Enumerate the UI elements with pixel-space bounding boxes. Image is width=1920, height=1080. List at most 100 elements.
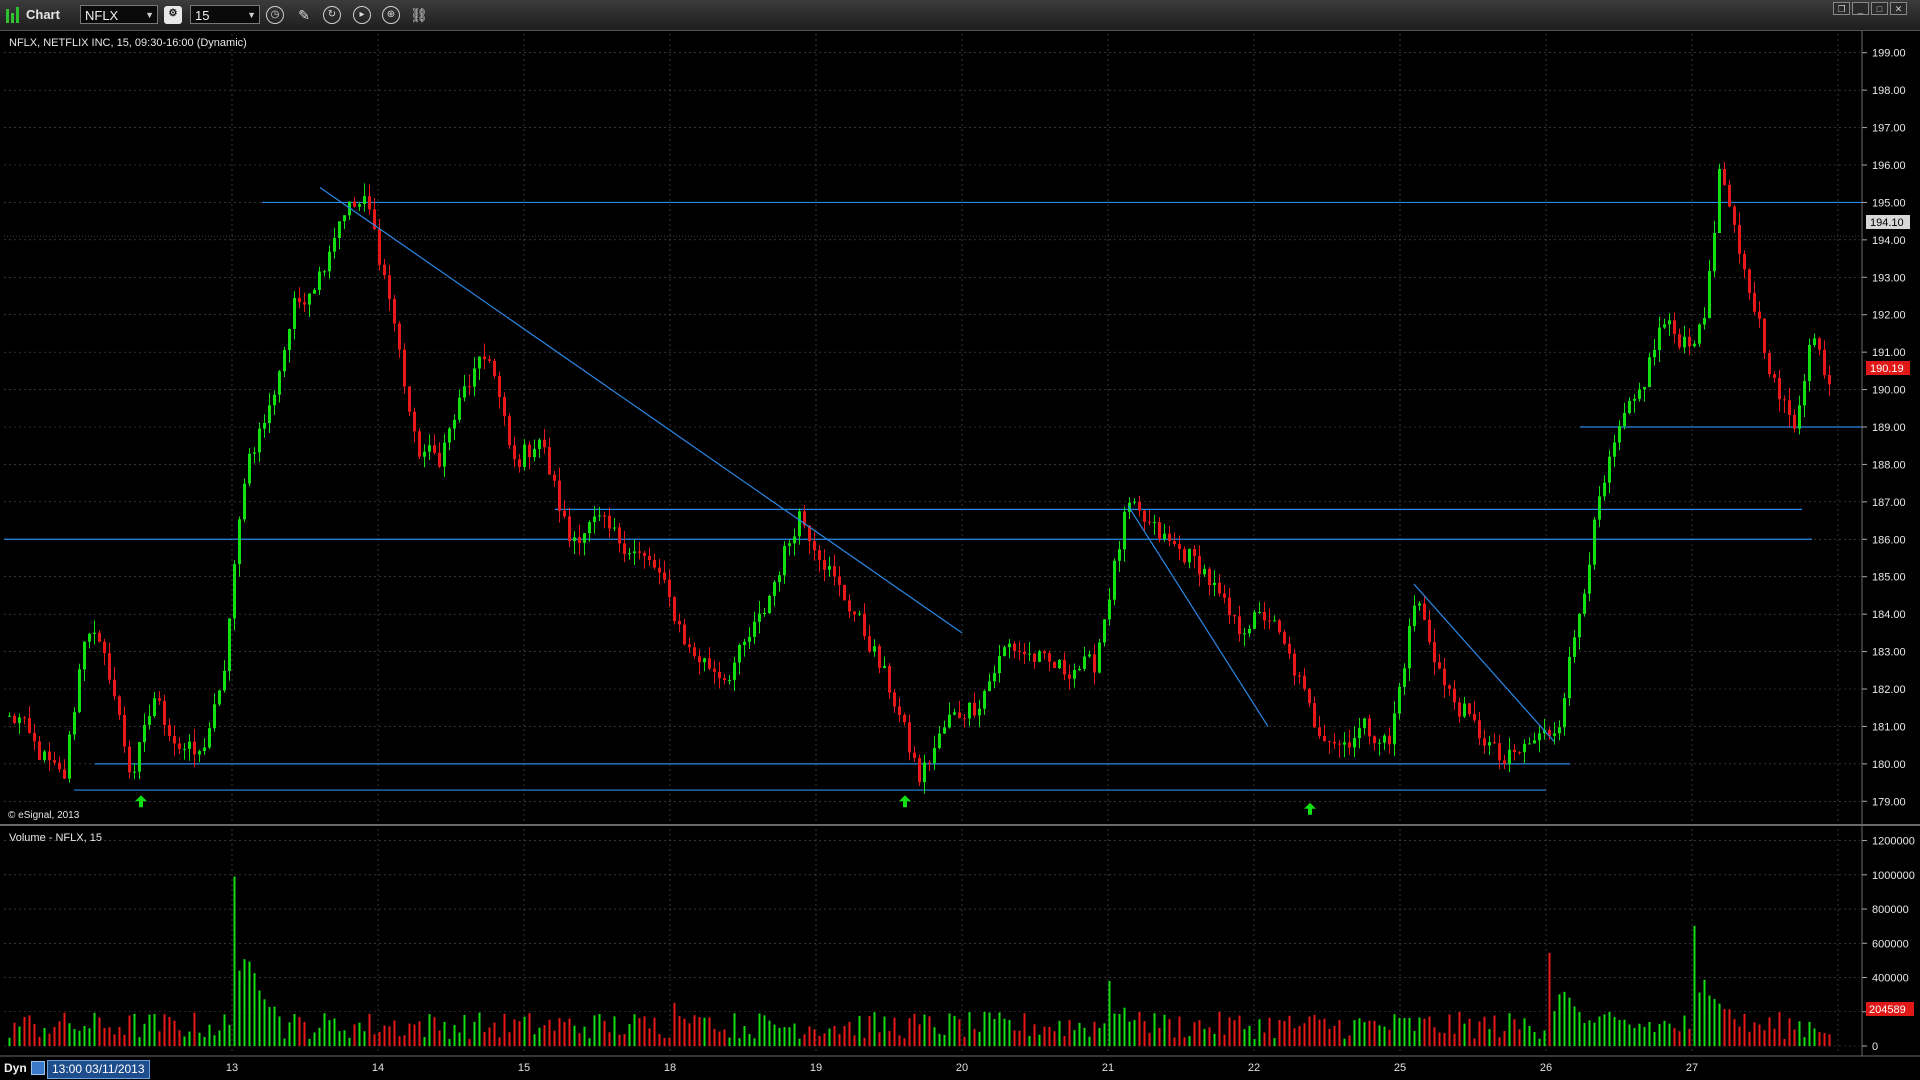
candle-body	[1708, 271, 1711, 319]
candle-body	[1483, 738, 1486, 746]
volume-bar	[1558, 994, 1561, 1046]
volume-bar	[423, 1037, 426, 1046]
volume-bar	[1443, 1033, 1446, 1046]
volume-bar	[803, 1034, 806, 1046]
candle-body	[1108, 599, 1111, 620]
settings-icon[interactable]: ⚙	[164, 6, 182, 24]
candle-body	[1163, 533, 1166, 539]
candle-body	[1098, 642, 1101, 673]
last-price: 190.19	[1870, 363, 1904, 375]
candle-body	[1683, 336, 1686, 348]
candle-body	[273, 394, 276, 406]
candle-body	[1083, 656, 1086, 669]
volume-bar	[1183, 1037, 1186, 1046]
volume-bar	[868, 1016, 871, 1046]
volume-bar	[1753, 1022, 1756, 1046]
volume-bar	[828, 1028, 831, 1046]
candle-body	[848, 600, 851, 612]
volume-bar	[1288, 1015, 1291, 1046]
volume-bar	[178, 1030, 181, 1046]
volume-bar	[1203, 1028, 1206, 1046]
volume-bar	[1653, 1031, 1656, 1046]
volume-bar	[438, 1030, 441, 1046]
volume-bar	[1253, 1039, 1256, 1046]
volume-bar	[1323, 1018, 1326, 1046]
price-volume-chart[interactable]: 199.00 198.00 197.00 196.00 195.00 194.00 193.…	[0, 0, 1920, 1080]
volume-bar	[1258, 1019, 1261, 1046]
close-icon[interactable]: ✕	[1890, 2, 1907, 15]
volume-bar	[443, 1021, 446, 1046]
price-tick-label: 194.00	[1872, 235, 1906, 247]
candle-body	[438, 452, 441, 467]
volume-bar	[778, 1027, 781, 1046]
candle-body	[948, 714, 951, 728]
volume-bar	[1373, 1020, 1376, 1046]
candle-body	[1643, 386, 1646, 390]
volume-bar	[668, 1037, 671, 1046]
volume-bar	[13, 1022, 16, 1046]
volume-bar	[543, 1025, 546, 1046]
symbol-input[interactable]: NFLX ▼	[80, 5, 158, 24]
candle-body	[393, 298, 396, 324]
volume-bar	[1163, 1014, 1166, 1046]
volume-bar	[1458, 1011, 1461, 1046]
maximize-icon[interactable]: □	[1871, 2, 1888, 15]
candle-body	[633, 551, 636, 554]
volume-bar	[1623, 1019, 1626, 1046]
volume-bar	[78, 1030, 81, 1046]
candle-body	[193, 741, 196, 755]
candle-body	[1033, 653, 1036, 662]
candle-body	[1628, 400, 1631, 413]
candle-body	[1313, 703, 1316, 728]
volume-bar	[368, 1013, 371, 1046]
chevron-down-icon[interactable]: ▼	[247, 6, 256, 25]
candle-body	[993, 673, 996, 682]
candle-body	[1473, 713, 1476, 721]
price-tick-label: 198.00	[1872, 85, 1906, 97]
zoom-icon[interactable]: ⊕	[382, 6, 400, 24]
date-tick-label: 20	[955, 1062, 969, 1074]
volume-bar	[1528, 1025, 1531, 1046]
volume-bar	[1248, 1025, 1251, 1046]
interval-input[interactable]: 15 ▼	[190, 5, 260, 24]
volume-bar	[1778, 1012, 1781, 1046]
volume-bar	[88, 1028, 91, 1046]
date-tick-label: 15	[517, 1062, 531, 1074]
candle-body	[363, 196, 366, 205]
volume-bar	[743, 1026, 746, 1046]
minimize-icon[interactable]: _	[1852, 2, 1869, 15]
pencil-icon[interactable]: ✎	[295, 6, 313, 24]
chevron-down-icon[interactable]: ▼	[145, 6, 154, 25]
candle-body	[568, 516, 571, 542]
candle-body	[1323, 735, 1326, 742]
volume-bar	[648, 1028, 651, 1046]
volume-bar	[528, 1013, 531, 1046]
volume-bar	[1343, 1038, 1346, 1046]
volume-bar	[1228, 1017, 1231, 1046]
volume-bar	[498, 1037, 501, 1046]
candle-body	[1203, 568, 1206, 575]
volume-bar	[103, 1028, 106, 1046]
volume-bar	[453, 1025, 456, 1046]
volume-bar	[1463, 1023, 1466, 1046]
candle-body	[1633, 398, 1636, 401]
candle-body	[713, 668, 716, 672]
candle-body	[1103, 619, 1106, 643]
candle-body	[88, 633, 91, 642]
volume-bar	[1173, 1037, 1176, 1046]
refresh-icon[interactable]: ↻	[323, 6, 341, 24]
link-icon[interactable]: ⛓	[410, 6, 428, 24]
candle-body	[1383, 735, 1386, 743]
volume-bar	[1093, 1021, 1096, 1046]
clock-icon[interactable]: ◷	[266, 6, 284, 24]
candle-body	[1278, 620, 1281, 633]
play-icon[interactable]: ▸	[353, 6, 371, 24]
volume-bar	[1393, 1014, 1396, 1046]
price-tick-label: 188.00	[1872, 459, 1906, 471]
mode-toggle-icon[interactable]	[31, 1061, 45, 1075]
restore-icon[interactable]: ❐	[1833, 2, 1850, 15]
volume-bar	[128, 1015, 131, 1046]
candle-body	[1433, 642, 1436, 663]
candle-body	[1113, 560, 1116, 600]
volume-bar	[353, 1024, 356, 1046]
